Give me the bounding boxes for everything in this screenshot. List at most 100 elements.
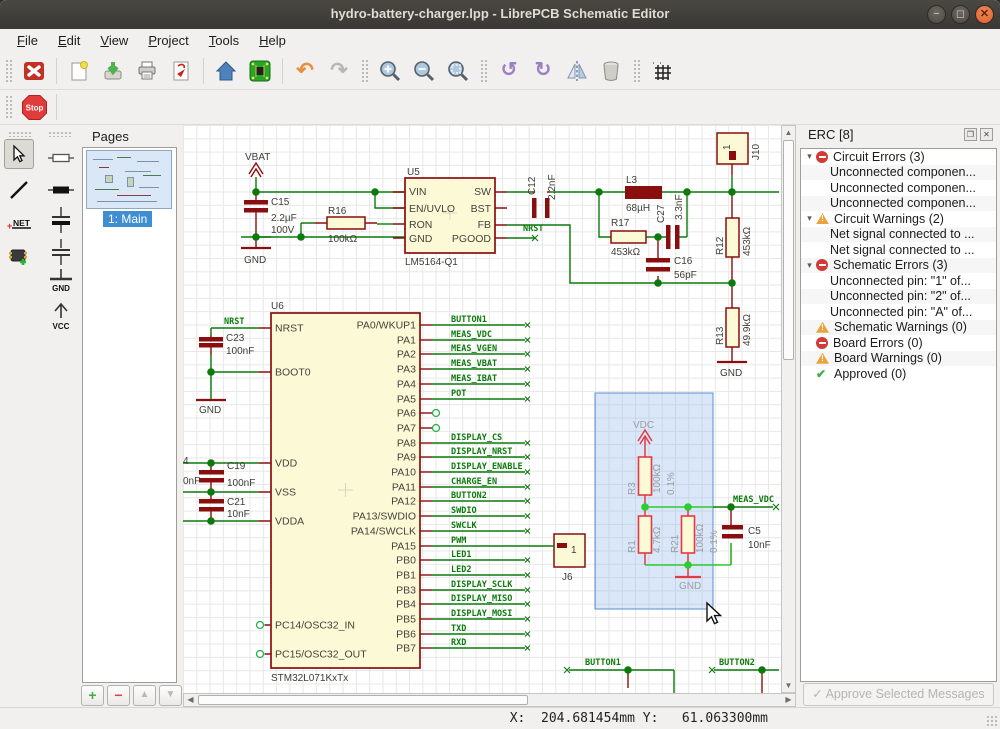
erc-row[interactable]: Board Errors (0) (801, 335, 996, 351)
gnd-symbol-icon: GND (46, 267, 76, 297)
u6-pin-PA14/SWCLK: PA14/SWCLK (351, 526, 416, 538)
redo-button[interactable]: ↷ (323, 56, 355, 86)
erc-row[interactable]: Unconnected pin: "1" of... (801, 273, 996, 289)
add-bipolar-capacitor-tool-button[interactable] (46, 205, 76, 235)
board-editor-button[interactable] (244, 56, 276, 86)
erc-list[interactable]: ▾Circuit Errors (3)Unconnected componen.… (800, 148, 997, 682)
stop-button[interactable]: Stop (18, 92, 50, 122)
scroll-down-icon[interactable]: ▼ (782, 679, 795, 692)
move-page-up-button[interactable]: ▲ (133, 685, 156, 706)
toolbar-handle[interactable] (480, 59, 487, 83)
erc-row[interactable]: Net signal connected to ... (801, 242, 996, 258)
title-bar[interactable]: hydro-battery-charger.lpp - LibrePCB Sch… (0, 0, 1000, 29)
net-end-marker (525, 338, 530, 343)
svg-text:+: + (7, 221, 12, 231)
resize-grip[interactable] (986, 715, 998, 727)
erc-row[interactable]: ✔Approved (0) (801, 366, 996, 382)
erc-row[interactable]: ▾Schematic Errors (3) (801, 258, 996, 274)
toolbar-handle[interactable] (361, 59, 368, 83)
add-gnd-tool-button[interactable]: GND (46, 267, 76, 297)
secondary-toolbar: Stop (0, 90, 1000, 125)
save-button[interactable] (97, 56, 129, 86)
add-resistor-tool-button[interactable] (46, 143, 76, 173)
erc-row[interactable]: Unconnected componen... (801, 165, 996, 181)
zoom-in-button[interactable] (374, 56, 406, 86)
unconnected-pin-marker (433, 425, 440, 432)
expand-caret-icon[interactable]: ▾ (803, 151, 816, 162)
scroll-up-icon[interactable]: ▲ (782, 126, 795, 139)
u6-pin-PA2: PA2 (397, 349, 416, 361)
grid-properties-button[interactable] (646, 56, 678, 86)
erc-row[interactable]: Board Warnings (0) (801, 351, 996, 367)
erc-row[interactable]: Unconnected pin: "A" of... (801, 304, 996, 320)
maximize-icon[interactable]: ◻ (951, 5, 970, 24)
page-item-main[interactable]: 1: Main (103, 211, 152, 227)
schematic-grid[interactable]: VBAT C15 2.2µF 100V GND R16 100kΩ U5 VIN… (183, 125, 781, 693)
toolbar-handle[interactable] (48, 131, 72, 137)
close-dock-icon[interactable]: ✕ (980, 128, 993, 141)
erc-row[interactable]: Unconnected componen... (801, 196, 996, 212)
move-page-down-button[interactable]: ▼ (159, 685, 182, 706)
schematic-canvas[interactable]: VBAT C15 2.2µF 100V GND R16 100kΩ U5 VIN… (183, 125, 797, 707)
erc-row[interactable]: Schematic Warnings (0) (801, 320, 996, 336)
print-button[interactable] (131, 56, 163, 86)
page-thumbnail[interactable] (86, 150, 172, 209)
u6-pin-PA6: PA6 (397, 408, 416, 420)
horizontal-scrollbar[interactable]: ◀ ▶ (183, 693, 796, 707)
erc-row[interactable]: Unconnected pin: "2" of... (801, 289, 996, 305)
pages-list[interactable]: 1: Main (82, 147, 177, 683)
add-capacitor-tool-button[interactable] (46, 237, 76, 267)
rotate-cw-button[interactable]: ↻ (527, 56, 559, 86)
home-button[interactable] (210, 56, 242, 86)
menu-project[interactable]: Project (139, 31, 197, 50)
undo-button[interactable]: ↶ (289, 56, 321, 86)
u6-pin-PB6: PB6 (396, 629, 416, 641)
export-pdf-button[interactable] (165, 56, 197, 86)
erc-row[interactable]: Unconnected componen... (801, 180, 996, 196)
add-vcc-tool-button[interactable]: VCC (46, 303, 76, 333)
expand-caret-icon[interactable]: ▾ (803, 213, 816, 224)
minimize-icon[interactable]: − (927, 5, 946, 24)
float-dock-icon[interactable]: ❐ (964, 128, 977, 141)
erc-row[interactable]: ▾Circuit Warnings (2) (801, 211, 996, 227)
toolbar-handle[interactable] (5, 59, 12, 83)
toolbar-handle[interactable] (633, 59, 640, 83)
horizontal-scrollbar-thumb[interactable] (198, 695, 528, 705)
delete-button[interactable] (595, 56, 627, 86)
add-net-label-tool-button[interactable]: NET+ (4, 209, 34, 239)
select-tool-button[interactable] (4, 139, 34, 169)
svg-text:100kΩ: 100kΩ (695, 523, 706, 553)
erc-row[interactable]: Net signal connected to ... (801, 227, 996, 243)
toolbar-handle[interactable] (5, 95, 12, 119)
remove-page-button[interactable]: − (107, 685, 130, 706)
u6-pin-VDD: VDD (275, 458, 298, 470)
add-inductor-tool-button[interactable] (46, 175, 76, 205)
vertical-scrollbar-thumb[interactable] (783, 140, 794, 360)
new-sheet-button[interactable] (63, 56, 95, 86)
menu-view[interactable]: View (91, 31, 137, 50)
scroll-left-icon[interactable]: ◀ (184, 694, 197, 706)
svg-text:C5: C5 (748, 526, 761, 537)
toolbar-handle[interactable] (8, 131, 32, 137)
approve-selected-messages-button[interactable]: ✓ Approve Selected Messages (803, 683, 994, 706)
vertical-scrollbar[interactable]: ▲ ▼ (781, 125, 796, 693)
zoom-fit-button[interactable] (442, 56, 474, 86)
erc-row[interactable]: ▾Circuit Errors (3) (801, 149, 996, 165)
close-project-button[interactable] (18, 56, 50, 86)
add-page-button[interactable]: + (81, 685, 104, 706)
zoom-out-button[interactable] (408, 56, 440, 86)
draw-wire-tool-button[interactable] (4, 175, 34, 205)
rotate-ccw-button[interactable]: ↺ (493, 56, 525, 86)
menu-tools[interactable]: Tools (200, 31, 248, 50)
add-component-tool-button[interactable] (4, 241, 34, 271)
net-end-marker (525, 352, 530, 357)
scroll-right-icon[interactable]: ▶ (782, 694, 795, 706)
menu-edit[interactable]: Edit (49, 31, 89, 50)
menu-file[interactable]: File (8, 31, 47, 50)
svg-text:LM5164-Q1: LM5164-Q1 (405, 257, 458, 268)
net-label-BUTTON2: BUTTON2 (451, 491, 487, 501)
mirror-button[interactable] (561, 56, 593, 86)
close-icon[interactable]: ✕ (975, 5, 994, 24)
expand-caret-icon[interactable]: ▾ (803, 260, 816, 271)
menu-help[interactable]: Help (250, 31, 295, 50)
